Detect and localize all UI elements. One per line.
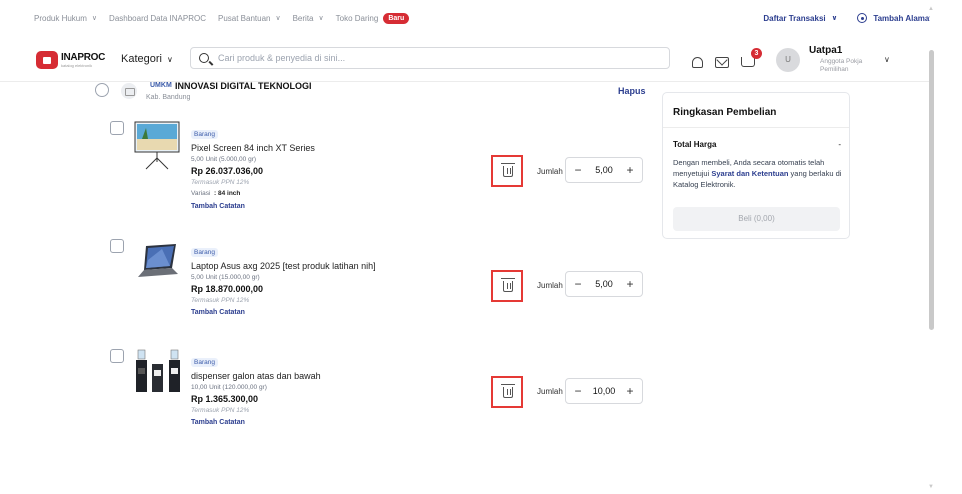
scroll-down-icon[interactable]: ▼ xyxy=(928,484,934,490)
product-info: Barang Laptop Asus axg 2025 [test produk… xyxy=(191,241,461,319)
product-quantity-info: 10,00 Unit (120.000,00 gr) xyxy=(191,384,267,391)
product-checkbox[interactable] xyxy=(110,239,124,253)
trash-icon xyxy=(501,163,515,177)
search-icon xyxy=(199,53,209,63)
total-price-value: - xyxy=(838,140,841,149)
increase-quantity-button[interactable]: + xyxy=(625,278,635,290)
product-name[interactable]: Pixel Screen 84 inch XT Series xyxy=(191,142,461,155)
product-type-badge: Barang xyxy=(191,130,218,139)
chevron-down-icon: ∨ xyxy=(275,15,281,22)
quantity-value[interactable]: 5,00 xyxy=(595,165,613,175)
decrease-quantity-button[interactable]: − xyxy=(573,164,583,176)
chevron-down-icon: ∨ xyxy=(91,15,98,22)
search-input[interactable] xyxy=(218,53,648,63)
category-dropdown[interactable]: Kategori ∨ xyxy=(121,53,173,65)
new-badge: Baru xyxy=(383,12,410,24)
user-name[interactable]: Uatpa1 xyxy=(809,45,842,56)
quantity-value[interactable]: 10,00 xyxy=(593,386,616,396)
increase-quantity-button[interactable]: + xyxy=(625,385,635,397)
cart-icon[interactable] xyxy=(741,57,755,67)
product-ppn: Termasuk PPN 12% xyxy=(191,407,250,414)
scrollbar-thumb[interactable] xyxy=(929,50,934,330)
quantity-stepper: − 5,00 + xyxy=(565,271,643,297)
cart-count-badge: 3 xyxy=(751,48,762,59)
purchase-summary-card: Ringkasan Pembelian Total Harga - Dengan… xyxy=(662,92,850,239)
product-quantity-info: 5,00 Unit (5.000,00 gr) xyxy=(191,156,257,163)
trash-icon xyxy=(501,278,515,292)
product-info: Barang dispenser galon atas dan bawah 10… xyxy=(191,351,461,429)
delete-store-button[interactable]: Hapus xyxy=(618,86,646,96)
umkm-badge: UMKM xyxy=(150,82,172,89)
nav-berita[interactable]: Berita ∨ xyxy=(293,14,324,23)
user-role: Anggota Pokja Pemilihan xyxy=(820,58,863,73)
top-nav-right: Daftar Transaksi ∨ Tambah Alamat xyxy=(763,0,932,36)
bell-icon[interactable] xyxy=(692,57,703,68)
product-price: Rp 1.365.300,00 xyxy=(191,394,259,404)
nav-produk-hukum[interactable]: Produk Hukum ∨ xyxy=(34,14,97,23)
nav-toko-daring[interactable]: Toko Daring Baru xyxy=(336,12,410,24)
chevron-down-icon: ∨ xyxy=(831,15,838,22)
total-price-label: Total Harga xyxy=(673,140,717,149)
inaproc-logo[interactable]: INAPROC katalog elektronik xyxy=(36,51,105,69)
product-name[interactable]: Laptop Asus axg 2025 [test produk latiha… xyxy=(191,260,461,273)
increase-quantity-button[interactable]: + xyxy=(625,164,635,176)
trash-icon xyxy=(501,384,515,398)
scroll-up-icon[interactable]: ▲ xyxy=(928,6,934,12)
chevron-down-icon: ∨ xyxy=(166,54,173,64)
terms-notice: Dengan membeli, Anda secara otomatis tel… xyxy=(673,158,842,189)
quantity-stepper: − 5,00 + xyxy=(565,157,643,183)
decrease-quantity-button[interactable]: − xyxy=(573,385,583,397)
add-note-link[interactable]: Tambah Catatan xyxy=(191,201,461,213)
logo-mark-icon xyxy=(36,51,58,69)
add-address-link[interactable]: Tambah Alamat xyxy=(857,13,932,23)
product-quantity-info: 5,00 Unit (15.000,00 gr) xyxy=(191,274,260,281)
quantity-label: Jumlah xyxy=(537,167,563,176)
quantity-label: Jumlah xyxy=(537,387,563,396)
product-image-projector-screen xyxy=(134,121,180,170)
product-name[interactable]: dispenser galon atas dan bawah xyxy=(191,370,461,383)
product-image-laptop xyxy=(138,244,178,277)
terms-link[interactable]: Syarat dan Ketentuan xyxy=(711,169,788,178)
quantity-value[interactable]: 5,00 xyxy=(595,279,613,289)
product-checkbox[interactable] xyxy=(110,121,124,135)
product-type-badge: Barang xyxy=(191,248,218,257)
product-image-water-dispenser xyxy=(136,349,180,392)
delete-product-button[interactable] xyxy=(491,376,523,408)
delete-product-button[interactable] xyxy=(491,155,523,187)
quantity-label: Jumlah xyxy=(537,281,563,290)
store-icon xyxy=(121,83,137,99)
chevron-down-icon: ∨ xyxy=(318,15,324,22)
mail-icon[interactable] xyxy=(715,57,729,68)
product-variant: Variasi : 84 inch xyxy=(191,190,241,197)
quantity-stepper: − 10,00 + xyxy=(565,378,643,404)
product-type-badge: Barang xyxy=(191,358,218,367)
delete-product-button[interactable] xyxy=(491,270,523,302)
add-note-link[interactable]: Tambah Catatan xyxy=(191,417,461,429)
store-select-radio[interactable] xyxy=(95,83,109,97)
product-ppn: Termasuk PPN 12% xyxy=(191,297,250,304)
product-info: Barang Pixel Screen 84 inch XT Series 5,… xyxy=(191,123,461,213)
location-pin-icon xyxy=(857,13,868,23)
store-name[interactable]: INNOVASI DIGITAL TEKNOLOGI xyxy=(175,81,312,91)
summary-title: Ringkasan Pembelian xyxy=(673,107,777,118)
store-location: Kab. Bandung xyxy=(146,94,191,101)
decrease-quantity-button[interactable]: − xyxy=(573,278,583,290)
buy-button[interactable]: Beli (0,00) xyxy=(673,207,840,231)
divider xyxy=(663,127,849,128)
nav-dashboard-data[interactable]: Dashboard Data INAPROC xyxy=(109,14,206,23)
scrollbar-track xyxy=(930,0,962,494)
nav-pusat-bantuan[interactable]: Pusat Bantuan ∨ xyxy=(218,14,281,23)
product-ppn: Termasuk PPN 12% xyxy=(191,179,250,186)
add-note-link[interactable]: Tambah Catatan xyxy=(191,307,461,319)
search-bar xyxy=(190,47,670,69)
product-price: Rp 18.870.000,00 xyxy=(191,284,264,294)
logo-name: INAPROC xyxy=(61,51,106,63)
user-menu-chevron-icon[interactable]: ∨ xyxy=(884,55,890,64)
product-price: Rp 26.037.036,00 xyxy=(191,166,264,176)
avatar[interactable]: U xyxy=(776,48,800,72)
transactions-dropdown[interactable]: Daftar Transaksi ∨ xyxy=(763,14,837,23)
main-header: INAPROC katalog elektronik Kategori∨ 3 U… xyxy=(0,36,930,82)
logo-sub: katalog elektronik xyxy=(61,62,93,68)
product-checkbox[interactable] xyxy=(110,349,124,363)
